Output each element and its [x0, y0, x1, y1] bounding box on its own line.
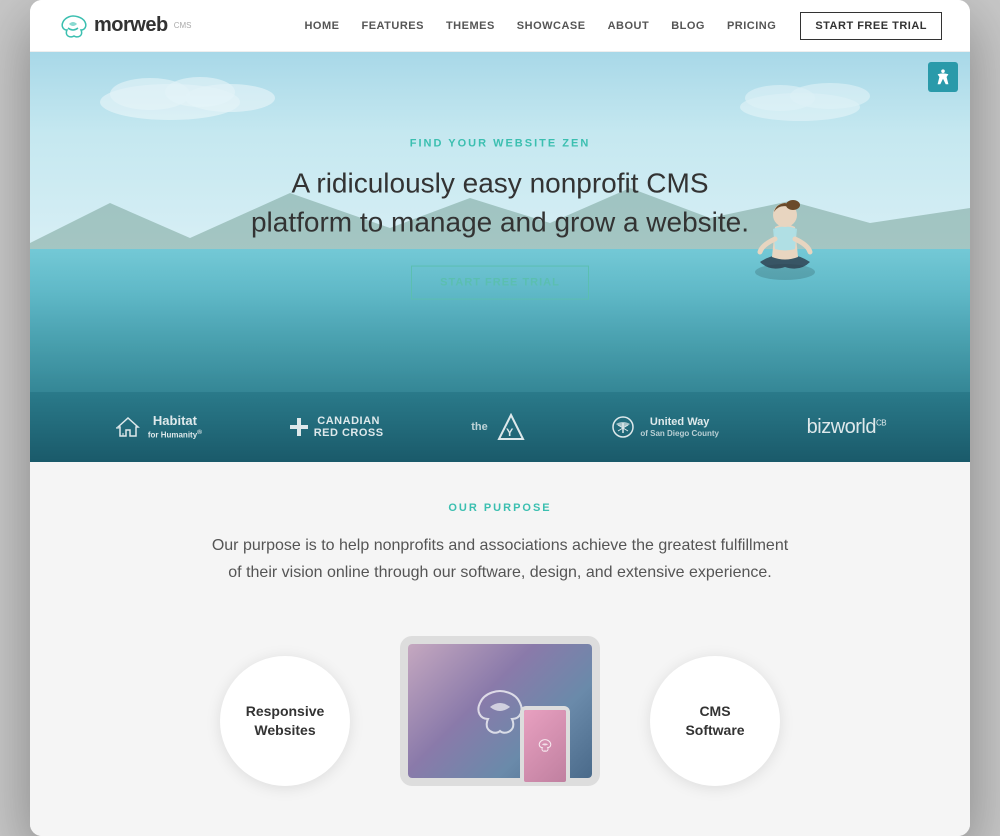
logo-bizworld: bizworldCB: [807, 416, 886, 439]
tablet-device: [400, 636, 600, 786]
unitedway-icon: [612, 416, 634, 438]
hero-content: FIND YOUR WEBSITE ZEN A ridiculously eas…: [250, 138, 750, 300]
bizworld-label: bizworldCB: [807, 416, 886, 439]
logo-sup: CMS: [174, 21, 192, 30]
features-row: ResponsiveWebsites: [50, 626, 950, 786]
habitat-icon: HH: [114, 415, 142, 439]
logo-unitedway: United Way of San Diego County: [612, 415, 719, 440]
logo-icon: [58, 12, 88, 40]
nav-blog[interactable]: BLOG: [671, 20, 705, 32]
logo[interactable]: morweb CMS: [58, 12, 191, 40]
nav-showcase[interactable]: SHOWCASE: [517, 20, 586, 32]
logo-ymca: the Y: [471, 413, 525, 441]
redcross-icon: [290, 418, 308, 436]
ymca-icon: Y: [497, 413, 525, 441]
browser-window: morweb CMS HOME FEATURES THEMES SHOWCASE…: [30, 0, 970, 836]
purpose-description: Our purpose is to help nonprofits and as…: [210, 532, 790, 586]
cloud-right: [730, 72, 890, 122]
hero-cta-button[interactable]: START FREE TRIAL: [411, 266, 589, 300]
main-nav: morweb CMS HOME FEATURES THEMES SHOWCASE…: [30, 0, 970, 52]
redcross-label: CANADIAN RED CROSS: [314, 415, 384, 439]
feature-responsive: ResponsiveWebsites: [220, 656, 350, 786]
logo-habitat: HH Habitat for Humanity®: [114, 413, 202, 442]
nav-features[interactable]: FEATURES: [361, 20, 423, 32]
nav-themes[interactable]: THEMES: [446, 20, 495, 32]
phone-screen-logo: [537, 738, 553, 754]
habitat-label: Habitat for Humanity®: [148, 413, 202, 442]
phone-screen: [524, 710, 566, 782]
feature-cms-label: CMSSoftware: [685, 702, 744, 741]
nav-pricing[interactable]: PRICING: [727, 20, 776, 32]
unitedway-label: United Way of San Diego County: [640, 415, 719, 440]
purpose-section: OUR PURPOSE Our purpose is to help nonpr…: [30, 462, 970, 836]
hero-section: FIND YOUR WEBSITE ZEN A ridiculously eas…: [30, 52, 970, 392]
hero-title: A ridiculously easy nonprofit CMS platfo…: [250, 164, 750, 242]
feature-responsive-label: ResponsiveWebsites: [246, 702, 325, 741]
cloud-left: [90, 62, 290, 122]
purpose-eyebrow: OUR PURPOSE: [50, 502, 950, 514]
accessibility-icon: [934, 68, 952, 86]
nav-links: HOME FEATURES THEMES SHOWCASE ABOUT BLOG…: [304, 20, 776, 32]
hero-eyebrow: FIND YOUR WEBSITE ZEN: [250, 138, 750, 150]
feature-cms: CMSSoftware: [650, 656, 780, 786]
logos-bar: HH Habitat for Humanity® CANADIAN RED CR…: [30, 392, 970, 462]
hero-person: [740, 177, 830, 297]
ymca-the: the: [471, 421, 488, 433]
svg-text:HH: HH: [116, 426, 120, 430]
logo-redcross: CANADIAN RED CROSS: [290, 415, 384, 439]
nav-home[interactable]: HOME: [304, 20, 339, 32]
accessibility-button[interactable]: [928, 62, 958, 92]
nav-cta-button[interactable]: START FREE TRIAL: [800, 12, 942, 40]
nav-about[interactable]: ABOUT: [608, 20, 650, 32]
phone-device: [520, 706, 570, 786]
svg-text:Y: Y: [506, 427, 514, 439]
logo-text: morweb: [94, 14, 168, 37]
feature-tablet: [350, 626, 650, 786]
